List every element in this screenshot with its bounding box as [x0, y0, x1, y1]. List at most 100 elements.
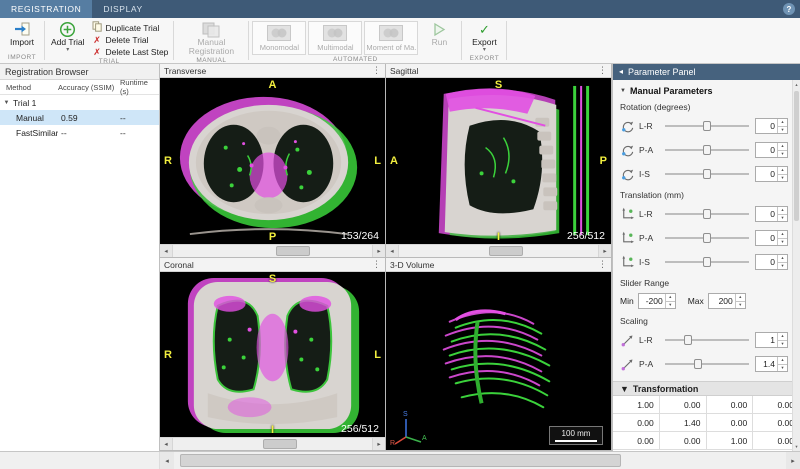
translation-lr-slider[interactable] — [663, 207, 751, 221]
scroll-track[interactable] — [174, 452, 786, 469]
scroll-right-icon[interactable]: ▸ — [372, 438, 385, 450]
spinner-down-icon[interactable]: ▾ — [778, 127, 787, 134]
slice-indicator: 256/512 — [341, 423, 379, 435]
transverse-canvas[interactable]: A R L P 153/264 — [160, 78, 385, 244]
parameter-panel-scrollbar[interactable]: ▴ ▾ — [792, 80, 800, 451]
slider-thumb[interactable] — [703, 121, 711, 131]
volume-canvas[interactable]: S R A 100 mm — [386, 272, 611, 450]
scaling-lr-spinner[interactable]: 1 ▴▾ — [755, 332, 788, 348]
slider-thumb[interactable] — [703, 209, 711, 219]
transverse-slice-scrollbar[interactable]: ◂ ▸ — [160, 244, 385, 257]
panel-collapse-icon[interactable]: ◂ — [619, 68, 623, 76]
spinner-up-icon[interactable]: ▴ — [736, 294, 745, 302]
section-expand-icon[interactable]: ▼ — [620, 384, 629, 394]
scroll-right-icon[interactable]: ▸ — [372, 245, 385, 257]
viewport-menu-icon[interactable]: ⋮ — [372, 66, 381, 75]
spinner-down-icon[interactable]: ▾ — [778, 263, 787, 270]
spinner-up-icon[interactable]: ▴ — [666, 294, 675, 302]
spinner-up-icon[interactable]: ▴ — [778, 357, 787, 365]
rotation-lr-spinner[interactable]: 0 ▴▾ — [755, 118, 788, 134]
coronal-canvas[interactable]: S R L I 256/512 — [160, 272, 385, 437]
translation-is-spinner[interactable]: 0 ▴▾ — [755, 254, 788, 270]
scroll-down-icon[interactable]: ▾ — [793, 442, 800, 451]
translation-is-slider[interactable] — [663, 255, 751, 269]
spinner-up-icon[interactable]: ▴ — [778, 167, 787, 175]
scroll-right-icon[interactable]: ▸ — [598, 245, 611, 257]
scroll-left-icon[interactable]: ◂ — [386, 245, 399, 257]
scroll-thumb[interactable] — [489, 246, 523, 256]
spinner-down-icon[interactable]: ▾ — [778, 239, 787, 246]
tree-expand-icon[interactable]: ▼ — [0, 100, 13, 106]
tree-row-manual[interactable]: Manual 0.59 -- — [0, 110, 159, 125]
scaling-pa-slider[interactable] — [663, 357, 751, 371]
scroll-thumb[interactable] — [180, 454, 621, 467]
spinner-down-icon[interactable]: ▾ — [778, 365, 787, 372]
scroll-left-icon[interactable]: ◂ — [160, 438, 173, 450]
spinner-up-icon[interactable]: ▴ — [778, 143, 787, 151]
spinner-down-icon[interactable]: ▾ — [778, 341, 787, 348]
sagittal-slice-scrollbar[interactable]: ◂ ▸ — [386, 244, 611, 257]
manual-parameters-header[interactable]: ▼ Manual Parameters — [620, 83, 788, 98]
tree-row-trial[interactable]: ▼ Trial 1 — [0, 95, 159, 110]
translation-lr-spinner[interactable]: 0 ▴▾ — [755, 206, 788, 222]
scroll-right-icon[interactable]: ▸ — [786, 452, 800, 469]
import-button[interactable]: Import — [3, 19, 41, 53]
spinner-down-icon[interactable]: ▾ — [736, 302, 745, 309]
scaling-lr-slider[interactable] — [663, 333, 751, 347]
scroll-track[interactable] — [793, 89, 800, 442]
rotation-pa-spinner[interactable]: 0 ▴▾ — [755, 142, 788, 158]
translation-pa-slider[interactable] — [663, 231, 751, 245]
spinner-up-icon[interactable]: ▴ — [778, 333, 787, 341]
spinner-down-icon[interactable]: ▾ — [778, 151, 787, 158]
help-icon[interactable]: ? — [783, 3, 795, 15]
spinner-down-icon[interactable]: ▾ — [666, 302, 675, 309]
toolbar-section-manual: Manual Registration MANUAL — [174, 18, 248, 63]
slider-thumb[interactable] — [694, 359, 702, 369]
slider-thumb[interactable] — [703, 257, 711, 267]
scroll-left-icon[interactable]: ◂ — [160, 245, 173, 257]
delete-trial-button[interactable]: ✗ Delete Trial — [90, 34, 171, 45]
export-button[interactable]: ✓ Export ▾ — [465, 19, 503, 54]
spinner-up-icon[interactable]: ▴ — [778, 255, 787, 263]
scroll-track[interactable] — [173, 438, 372, 450]
viewport-menu-icon[interactable]: ⋮ — [372, 260, 381, 269]
transformation-header[interactable]: ▼ Transformation — [613, 381, 800, 396]
slider-thumb[interactable] — [703, 145, 711, 155]
slider-thumb[interactable] — [684, 335, 692, 345]
scroll-thumb[interactable] — [794, 91, 799, 221]
rotation-is-slider[interactable] — [663, 167, 751, 181]
rotation-is-spinner[interactable]: 0 ▴▾ — [755, 166, 788, 182]
scaling-pa-spinner[interactable]: 1.4 ▴▾ — [755, 356, 788, 372]
coronal-slice-scrollbar[interactable]: ◂ ▸ — [160, 437, 385, 450]
sagittal-canvas[interactable]: S A P I 256/512 — [386, 78, 611, 244]
spinner-up-icon[interactable]: ▴ — [778, 207, 787, 215]
rotation-lr-slider[interactable] — [663, 119, 751, 133]
tab-registration[interactable]: REGISTRATION — [0, 0, 92, 18]
spinner-up-icon[interactable]: ▴ — [778, 231, 787, 239]
scroll-up-icon[interactable]: ▴ — [793, 80, 800, 89]
parameter-panel-header[interactable]: ◂ Parameter Panel — [613, 64, 800, 80]
min-spinner[interactable]: -200 ▴▾ — [638, 293, 676, 309]
scroll-thumb[interactable] — [276, 246, 310, 256]
scroll-thumb[interactable] — [263, 439, 297, 449]
spinner-up-icon[interactable]: ▴ — [778, 119, 787, 127]
tab-display[interactable]: DISPLAY — [92, 0, 153, 18]
scroll-track[interactable] — [173, 245, 372, 257]
scroll-track[interactable] — [399, 245, 598, 257]
spinner-down-icon[interactable]: ▾ — [778, 215, 787, 222]
horizontal-scrollbar[interactable]: ◂ ▸ — [160, 452, 800, 469]
rotation-pa-slider[interactable] — [663, 143, 751, 157]
add-trial-button[interactable]: Add Trial ▾ — [48, 19, 88, 57]
max-spinner[interactable]: 200 ▴▾ — [708, 293, 746, 309]
viewport-menu-icon[interactable]: ⋮ — [598, 66, 607, 75]
translation-pa-spinner[interactable]: 0 ▴▾ — [755, 230, 788, 246]
scroll-left-icon[interactable]: ◂ — [160, 452, 174, 469]
duplicate-trial-button[interactable]: Duplicate Trial — [90, 22, 171, 33]
section-expand-icon[interactable]: ▼ — [620, 88, 626, 94]
viewport-menu-icon[interactable]: ⋮ — [598, 260, 607, 269]
spinner-down-icon[interactable]: ▾ — [778, 175, 787, 182]
slider-thumb[interactable] — [703, 169, 711, 179]
delete-last-step-button[interactable]: ✗ Delete Last Step — [90, 46, 171, 57]
slider-thumb[interactable] — [703, 233, 711, 243]
tree-row-fastsimilarity[interactable]: FastSimilarity -- -- — [0, 125, 159, 140]
